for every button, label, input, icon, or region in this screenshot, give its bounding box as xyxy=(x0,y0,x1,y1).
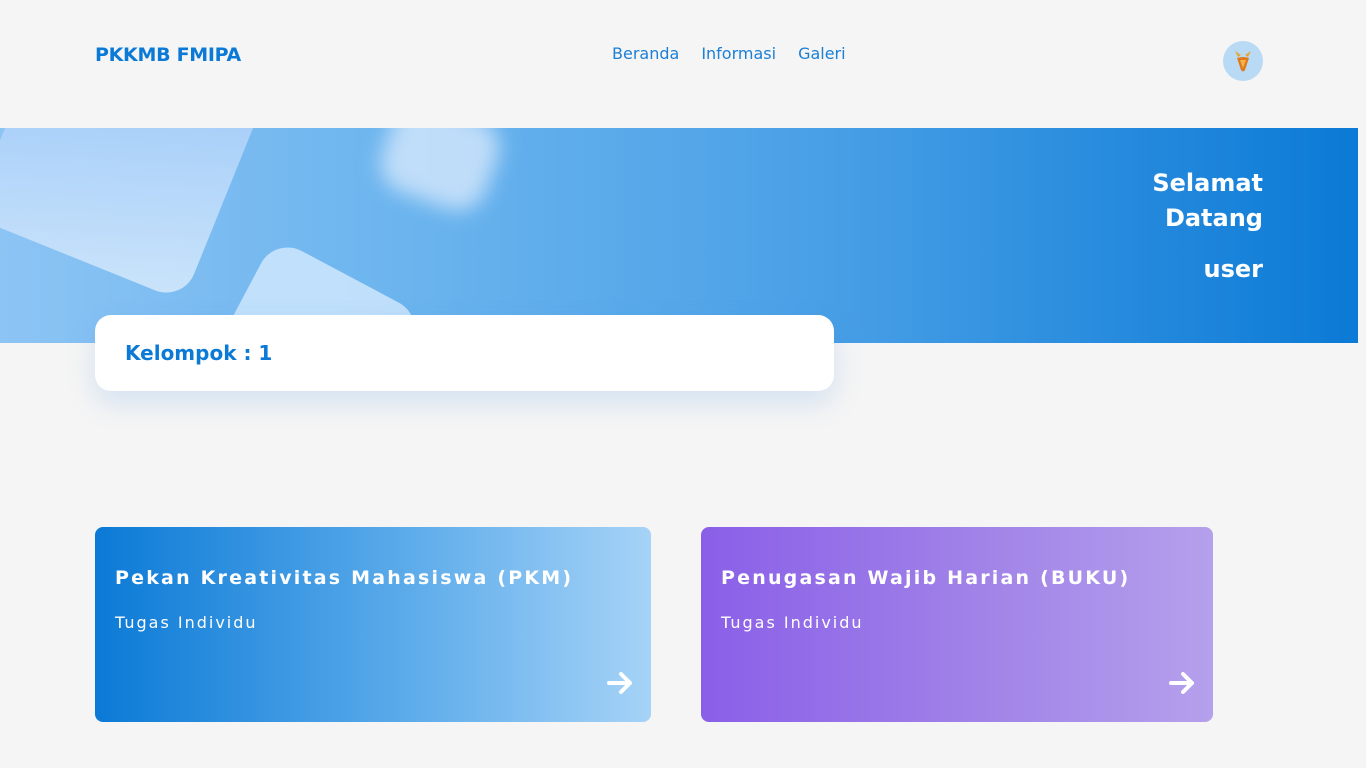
task-card-buku[interactable]: Penugasan Wajib Harian (BUKU) Tugas Indi… xyxy=(701,527,1213,722)
brand-logo-text[interactable]: PKKMB FMIPA xyxy=(95,44,241,66)
hero-banner: Selamat Datang user xyxy=(0,128,1358,343)
greeting-line: Datang xyxy=(1164,204,1263,232)
avatar[interactable] xyxy=(1223,41,1263,81)
arrow-right-icon[interactable] xyxy=(1167,668,1197,698)
nav-link-beranda[interactable]: Beranda xyxy=(612,44,679,63)
card-title: Pekan Kreativitas Mahasiswa (PKM) xyxy=(115,567,574,589)
page: PKKMB FMIPA Beranda Informasi Galeri Sel… xyxy=(0,0,1366,768)
arrow-right-icon[interactable] xyxy=(605,668,635,698)
main-nav: Beranda Informasi Galeri xyxy=(612,44,846,63)
deer-logo-icon xyxy=(1235,51,1251,72)
group-card: Kelompok : 1 xyxy=(95,315,834,391)
decor-shape xyxy=(372,128,508,219)
greeting-line: Selamat xyxy=(1152,169,1263,197)
group-label: Kelompok : 1 xyxy=(125,341,273,365)
nav-link-galeri[interactable]: Galeri xyxy=(798,44,846,63)
nav-link-informasi[interactable]: Informasi xyxy=(701,44,776,63)
welcome-greeting: Selamat Datang user xyxy=(1152,166,1263,287)
username: user xyxy=(1203,255,1263,283)
decor-shape xyxy=(0,128,281,302)
card-subtitle: Tugas Individu xyxy=(721,613,864,632)
task-card-pkm[interactable]: Pekan Kreativitas Mahasiswa (PKM) Tugas … xyxy=(95,527,651,722)
card-subtitle: Tugas Individu xyxy=(115,613,258,632)
card-title: Penugasan Wajib Harian (BUKU) xyxy=(721,567,1131,589)
